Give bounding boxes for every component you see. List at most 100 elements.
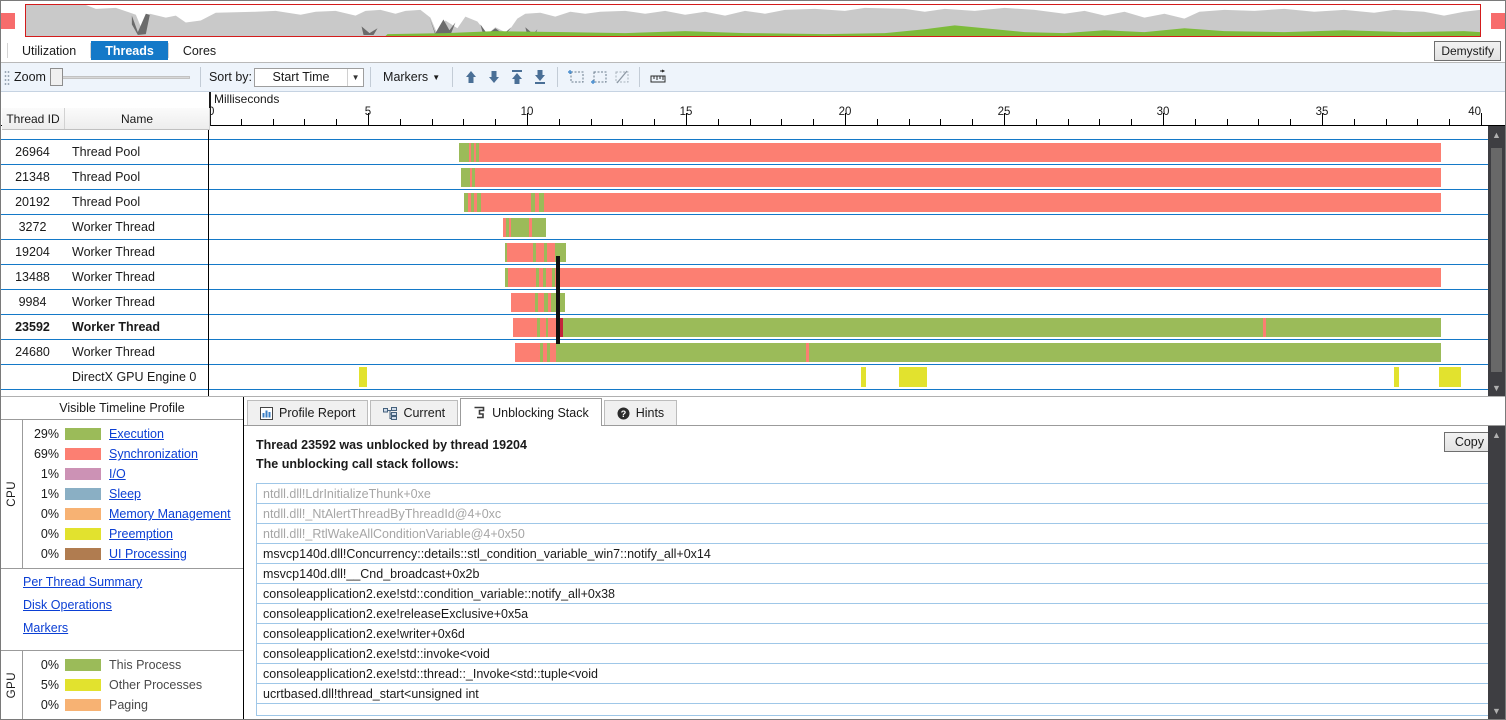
timeline-segment[interactable] [513, 318, 537, 337]
time-ruler[interactable]: Milliseconds 0 5 10 15 20 25 30 35 40 [1, 92, 1505, 385]
call-stack-list[interactable]: ntdll.dll!LdrInitializeThunk+0xe ntdll.dl… [256, 483, 1493, 716]
thread-row[interactable]: 9984 Worker Thread [1, 290, 208, 315]
scrollbar-thumb[interactable] [1491, 148, 1502, 372]
call-stack-frame[interactable]: consoleapplication2.exe!writer+0x6d [257, 624, 1492, 644]
thread-track[interactable] [209, 315, 1488, 340]
timeline-segment[interactable] [563, 318, 1263, 337]
tab-utilization[interactable]: Utilization [8, 39, 90, 62]
thread-row[interactable]: 21348 Thread Pool [1, 165, 208, 190]
tab-cores[interactable]: Cores [169, 39, 230, 62]
call-stack-frame[interactable]: msvcp140d.dll!Concurrency::details::stl_… [257, 544, 1492, 564]
legend-label[interactable]: Sleep [109, 487, 141, 501]
timeline-segment[interactable] [479, 143, 1441, 162]
thread-track[interactable] [209, 140, 1488, 165]
timeline-overview[interactable] [1, 1, 1505, 39]
report-link[interactable]: Per Thread Summary [23, 575, 142, 589]
scroll-down-icon[interactable]: ▼ [1488, 379, 1505, 396]
report-link-row[interactable]: Markers [23, 621, 243, 644]
report-link-row[interactable]: Per Thread Summary [23, 575, 243, 598]
thread-row[interactable]: 24680 Worker Thread [1, 340, 208, 365]
legend-label[interactable]: Preemption [109, 527, 173, 541]
call-stack-frame[interactable]: ntdll.dll!_RtlWakeAllConditionVariable@4… [257, 524, 1492, 544]
timeline-vertical-scrollbar[interactable]: ▲ ▼ [1488, 126, 1505, 396]
legend-row[interactable]: 1% I/O [23, 464, 243, 484]
call-stack-frame[interactable]: consoleapplication2.exe!releaseExclusive… [257, 604, 1492, 624]
scroll-up-icon[interactable]: ▲ [1488, 126, 1505, 143]
column-header-thread-id[interactable]: Thread ID [2, 108, 65, 129]
demystify-button[interactable]: Demystify [1434, 41, 1501, 61]
zoom-slider-thumb[interactable] [49, 68, 63, 86]
report-link-row[interactable]: Disk Operations [23, 598, 243, 621]
legend-row[interactable]: 69% Synchronization [23, 444, 243, 464]
timeline-segment[interactable] [511, 293, 535, 312]
thread-track[interactable] [209, 265, 1488, 290]
timeline-segment[interactable] [532, 218, 546, 237]
overview-left-handle[interactable] [1, 13, 15, 29]
legend-label[interactable]: Execution [109, 427, 164, 441]
timeline-segment[interactable] [556, 343, 806, 362]
tab-threads[interactable]: Threads [91, 41, 168, 60]
thread-row[interactable]: 20192 Thread Pool [1, 190, 208, 215]
timeline-segment[interactable] [507, 243, 533, 262]
move-to-top-icon[interactable] [505, 66, 528, 88]
report-link[interactable]: Disk Operations [23, 598, 112, 612]
clear-selection-icon[interactable] [610, 66, 633, 88]
report-link[interactable]: Markers [23, 621, 68, 635]
tab-profile-report[interactable]: Profile Report [247, 400, 369, 425]
timeline-segment[interactable] [481, 193, 531, 212]
gpu-activity-segment[interactable] [861, 367, 866, 387]
timeline-segment[interactable] [511, 218, 529, 237]
thread-track[interactable] [209, 240, 1488, 265]
legend-row[interactable]: 0% Memory Management [23, 504, 243, 524]
tab-unblocking-stack[interactable]: Unblocking Stack [460, 398, 602, 426]
thread-track[interactable] [209, 290, 1488, 315]
column-header-name[interactable]: Name [65, 108, 210, 129]
gpu-activity-segment[interactable] [1439, 367, 1461, 387]
thread-row[interactable]: DirectX GPU Engine 0 [1, 365, 208, 390]
gpu-activity-segment[interactable] [899, 367, 927, 387]
legend-row[interactable]: 29% Execution [23, 424, 243, 444]
overview-chart[interactable] [25, 4, 1481, 37]
zoom-in-selection-icon[interactable] [564, 66, 587, 88]
thread-track[interactable] [209, 165, 1488, 190]
timeline-tracks[interactable] [209, 126, 1488, 396]
tab-current[interactable]: Current [370, 400, 459, 425]
timeline-segment[interactable] [544, 193, 1441, 212]
scroll-up-icon[interactable]: ▲ [1488, 426, 1505, 443]
thread-row[interactable]: 13488 Worker Thread [1, 265, 208, 290]
timeline-segment[interactable] [547, 243, 555, 262]
thread-row[interactable]: 19204 Worker Thread [1, 240, 208, 265]
measure-icon[interactable] [646, 66, 669, 88]
timeline-segment[interactable] [809, 343, 1441, 362]
timeline-segment[interactable] [461, 168, 470, 187]
gpu-activity-segment[interactable] [359, 367, 367, 387]
timeline-segment[interactable] [1266, 318, 1441, 337]
legend-label[interactable]: Synchronization [109, 447, 198, 461]
legend-row[interactable]: 0% Preemption [23, 524, 243, 544]
call-stack-frame[interactable]: consoleapplication2.exe!std::invoke<void [257, 644, 1492, 664]
thread-track[interactable] [209, 215, 1488, 240]
markers-menu-button[interactable]: Markers ▼ [377, 70, 446, 84]
timeline-segment[interactable] [459, 143, 469, 162]
legend-row[interactable]: 0% UI Processing [23, 544, 243, 564]
gpu-activity-segment[interactable] [1394, 367, 1399, 387]
timeline-segment[interactable] [555, 268, 1441, 287]
thread-row[interactable]: 23592 Worker Thread [1, 315, 208, 340]
tab-hints[interactable]: ? Hints [603, 400, 678, 425]
legend-label[interactable]: UI Processing [109, 547, 187, 561]
call-stack-frame[interactable]: ntdll.dll!LdrInitializeThunk+0xe [257, 484, 1492, 504]
call-stack-frame[interactable]: consoleapplication2.exe!std::condition_v… [257, 584, 1492, 604]
thread-row[interactable]: 26964 Thread Pool [1, 140, 208, 165]
move-to-bottom-icon[interactable] [528, 66, 551, 88]
call-stack-frame[interactable]: msvcp140d.dll!__Cnd_broadcast+0x2b [257, 564, 1492, 584]
toolbar-grip-icon[interactable] [4, 69, 10, 85]
thread-track[interactable] [209, 340, 1488, 365]
timeline-segment[interactable] [475, 168, 1441, 187]
legend-label[interactable]: Memory Management [109, 507, 231, 521]
call-stack-frame[interactable]: ntdll.dll!_NtAlertThreadByThreadId@4+0xc [257, 504, 1492, 524]
thread-track[interactable] [209, 365, 1488, 390]
call-stack-frame[interactable]: ucrtbased.dll!thread_start<unsigned int [257, 684, 1492, 704]
legend-label[interactable]: I/O [109, 467, 126, 481]
sort-by-select[interactable]: Start Time ▼ [254, 67, 365, 87]
move-up-icon[interactable] [459, 66, 482, 88]
